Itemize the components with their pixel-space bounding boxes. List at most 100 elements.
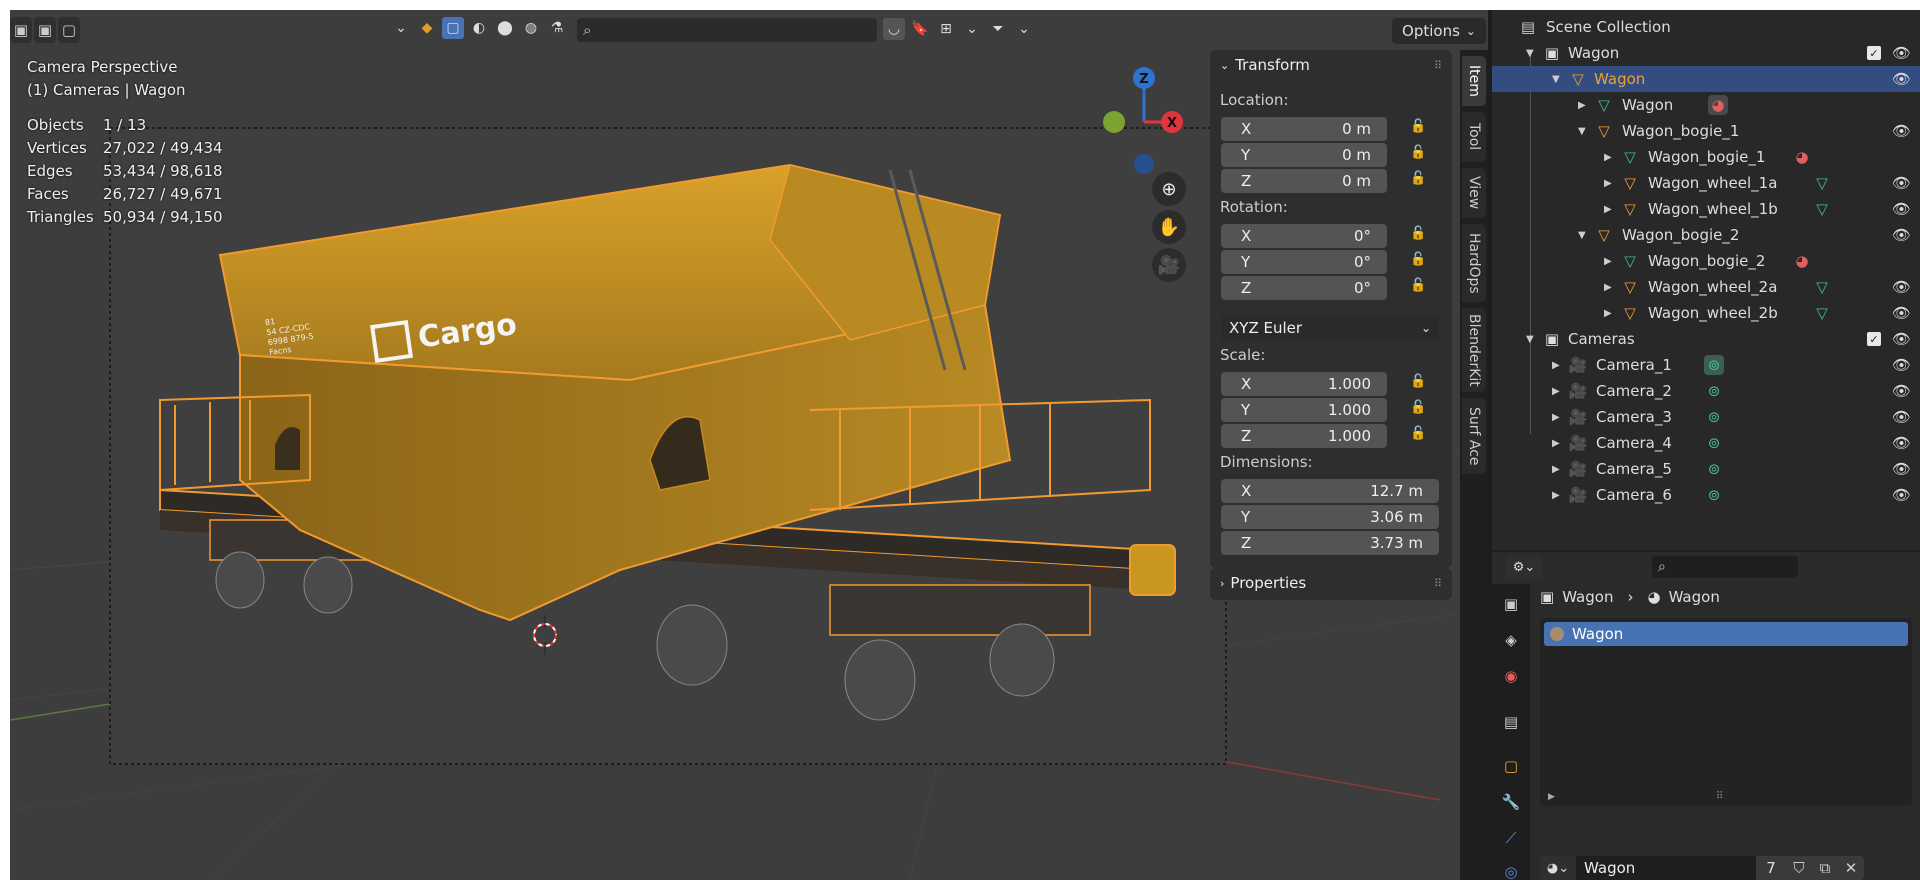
camera-data-icon[interactable]: ⊚ bbox=[1704, 459, 1724, 479]
bookmark-icon[interactable]: 🔖 bbox=[909, 18, 931, 40]
layout-icon[interactable]: ⊞ bbox=[935, 18, 957, 40]
mesh-data-icon[interactable]: ▽ bbox=[1812, 173, 1832, 193]
outliner-row-wheel-2a[interactable]: ▶ ▽ Wagon_wheel_2a ▽ 👁 bbox=[1492, 274, 1920, 300]
3d-viewport[interactable]: Cargo 81 54 CZ-CDC 6998 879-5 Facns ▣ ▣ … bbox=[10, 10, 1488, 880]
eye-icon[interactable]: 👁 bbox=[1892, 460, 1911, 478]
output-icon[interactable]: ◈ bbox=[1499, 628, 1523, 652]
expand-right-icon[interactable]: ▶ bbox=[1604, 178, 1612, 189]
shading-rendered-icon[interactable]: ◍ bbox=[520, 17, 542, 39]
camera-data-icon[interactable]: ⊚ bbox=[1704, 485, 1724, 505]
outliner-row-wagon-collection[interactable]: ▼ ▣ Wagon ✓ 👁 bbox=[1492, 40, 1920, 66]
shading-solid-wire-icon[interactable]: ▢ bbox=[442, 17, 464, 39]
lock-icon[interactable]: 🔓 bbox=[1410, 426, 1430, 446]
material-icon[interactable]: ◕ bbox=[1792, 147, 1812, 167]
camera-data-icon[interactable]: ⊚ bbox=[1704, 407, 1724, 427]
zoom-icon[interactable]: ⊕ bbox=[1152, 172, 1186, 206]
object-icon[interactable]: ▢ bbox=[1499, 754, 1523, 778]
scale-x-field[interactable]: X 1.000 bbox=[1221, 372, 1387, 396]
mesh-data-icon[interactable]: ▽ bbox=[1812, 277, 1832, 297]
chevron-down-icon[interactable]: ⌄ bbox=[1013, 18, 1035, 40]
scale-y-field[interactable]: Y 1.000 bbox=[1221, 398, 1387, 422]
expand-right-icon[interactable]: ▶ bbox=[1604, 204, 1612, 215]
outliner-row-camera-3[interactable]: ▶ 🎥 Camera_3 ⊚ 👁 bbox=[1492, 404, 1920, 430]
rotation-mode-dropdown[interactable]: XYZ Euler ⌄ bbox=[1221, 316, 1439, 340]
camera-view-icon[interactable]: 🎥 bbox=[1152, 248, 1186, 282]
snap-icon[interactable]: ◡ bbox=[883, 18, 905, 40]
scale-z-field[interactable]: Z 1.000 bbox=[1221, 424, 1387, 448]
duplicate-icon[interactable]: ⧉ bbox=[1812, 856, 1838, 880]
expand-right-icon[interactable]: ▶ bbox=[1604, 282, 1612, 293]
material-slot-item[interactable]: Wagon bbox=[1544, 622, 1908, 646]
dimension-z-field[interactable]: Z 3.73 m bbox=[1221, 531, 1439, 555]
select-new-icon[interactable]: ▣ bbox=[10, 17, 32, 43]
lock-icon[interactable]: 🔓 bbox=[1410, 252, 1430, 272]
expand-right-icon[interactable]: ▶ bbox=[1552, 490, 1560, 501]
lock-icon[interactable]: 🔓 bbox=[1410, 145, 1430, 165]
transform-header[interactable]: ⌄ Transform ⠿ bbox=[1210, 50, 1452, 80]
eye-icon[interactable]: 👁 bbox=[1892, 434, 1911, 452]
filter-icon[interactable]: ⏷ bbox=[987, 18, 1009, 40]
dimension-y-field[interactable]: Y 3.06 m bbox=[1221, 505, 1439, 529]
rotation-y-field[interactable]: Y 0° bbox=[1221, 250, 1387, 274]
chevron-down-icon[interactable]: ⌄ bbox=[390, 17, 412, 39]
resize-handle-icon[interactable]: ⠿ bbox=[1716, 791, 1723, 802]
lock-icon[interactable]: 🔓 bbox=[1410, 119, 1430, 139]
tab-tool[interactable]: Tool bbox=[1462, 112, 1486, 162]
expand-down-icon[interactable]: ▼ bbox=[1552, 74, 1560, 85]
outliner-row-wheel-1a[interactable]: ▶ ▽ Wagon_wheel_1a ▽ 👁 bbox=[1492, 170, 1920, 196]
camera-data-icon[interactable]: ⊚ bbox=[1704, 355, 1724, 375]
fake-user-icon[interactable]: ⛉ bbox=[1786, 856, 1812, 880]
outliner-row-camera-4[interactable]: ▶ 🎥 Camera_4 ⊚ 👁 bbox=[1492, 430, 1920, 456]
shading-solid-icon[interactable]: ◐ bbox=[468, 17, 490, 39]
expand-right-icon[interactable]: ▶ bbox=[1604, 308, 1612, 319]
outliner-row-bogie-2-mesh[interactable]: ▶ ▽ Wagon_bogie_2 ◕ bbox=[1492, 248, 1920, 274]
tab-hardops[interactable]: HardOps bbox=[1462, 224, 1486, 302]
camera-data-icon[interactable]: ⊚ bbox=[1704, 381, 1724, 401]
navigation-gizmo[interactable]: Z X bbox=[1092, 60, 1192, 180]
user-count[interactable]: 7 bbox=[1756, 856, 1786, 880]
rotation-x-field[interactable]: X 0° bbox=[1221, 224, 1387, 248]
expand-down-icon[interactable]: ▼ bbox=[1578, 230, 1586, 241]
tab-surf-ace[interactable]: Surf Ace bbox=[1462, 398, 1486, 474]
material-slot-list[interactable]: Wagon ▶ ⠿ bbox=[1540, 618, 1912, 806]
outliner-scene-collection[interactable]: ▤ Scene Collection bbox=[1492, 14, 1920, 40]
close-icon[interactable]: ✕ bbox=[1838, 856, 1864, 880]
exclude-checkbox[interactable]: ✓ bbox=[1867, 332, 1881, 346]
material-name-field[interactable]: Wagon bbox=[1576, 856, 1756, 880]
tab-item[interactable]: Item bbox=[1462, 56, 1486, 106]
rotation-z-field[interactable]: Z 0° bbox=[1221, 276, 1387, 300]
material-icon[interactable]: ◕ bbox=[1708, 95, 1728, 115]
chevron-down-icon[interactable]: ⌄ bbox=[961, 18, 983, 40]
viewport-search[interactable]: ⌕ bbox=[577, 18, 877, 42]
outliner-row-bogie-2-empty[interactable]: ▼ ▽ Wagon_bogie_2 👁 bbox=[1492, 222, 1920, 248]
expand-down-icon[interactable]: ▼ bbox=[1526, 48, 1534, 59]
outliner-row-bogie-1-empty[interactable]: ▼ ▽ Wagon_bogie_1 👁 bbox=[1492, 118, 1920, 144]
data-icon[interactable]: ◎ bbox=[1499, 860, 1523, 880]
location-y-field[interactable]: Y0 m bbox=[1221, 143, 1387, 167]
expand-right-icon[interactable]: ▶ bbox=[1548, 792, 1555, 802]
expand-right-icon[interactable]: ▶ bbox=[1578, 100, 1586, 111]
eye-icon[interactable]: 👁 bbox=[1892, 70, 1911, 88]
eye-icon[interactable]: 👁 bbox=[1892, 44, 1911, 62]
pan-hand-icon[interactable]: ✋ bbox=[1152, 210, 1186, 244]
camera-data-icon[interactable]: ⊚ bbox=[1704, 433, 1724, 453]
expand-right-icon[interactable]: ▶ bbox=[1604, 152, 1612, 163]
select-subtract-icon[interactable]: ▢ bbox=[58, 17, 80, 43]
expand-right-icon[interactable]: ▶ bbox=[1552, 438, 1560, 449]
eye-icon[interactable]: 👁 bbox=[1892, 122, 1911, 140]
location-z-field[interactable]: Z0 m bbox=[1221, 169, 1387, 193]
expand-right-icon[interactable]: ▶ bbox=[1552, 360, 1560, 371]
properties-search[interactable]: ⌕ bbox=[1652, 556, 1798, 578]
outliner-row-camera-6[interactable]: ▶ 🎥 Camera_6 ⊚ 👁 bbox=[1492, 482, 1920, 508]
lock-icon[interactable]: 🔓 bbox=[1410, 278, 1430, 298]
expand-right-icon[interactable]: ▶ bbox=[1604, 256, 1612, 267]
eye-icon[interactable]: 👁 bbox=[1892, 278, 1911, 296]
location-x-field[interactable]: X0 m bbox=[1221, 117, 1387, 141]
overlay-icon[interactable]: ⚗ bbox=[546, 17, 568, 39]
options-dropdown[interactable]: Options ⌄ bbox=[1392, 18, 1486, 44]
eye-icon[interactable]: 👁 bbox=[1892, 408, 1911, 426]
eye-icon[interactable]: 👁 bbox=[1892, 382, 1911, 400]
lock-icon[interactable]: 🔓 bbox=[1410, 171, 1430, 191]
outliner[interactable]: ▤ Scene Collection ▼ ▣ Wagon ✓ 👁 ▼ ▽ Wag… bbox=[1492, 10, 1920, 550]
lock-icon[interactable]: 🔓 bbox=[1410, 400, 1430, 420]
